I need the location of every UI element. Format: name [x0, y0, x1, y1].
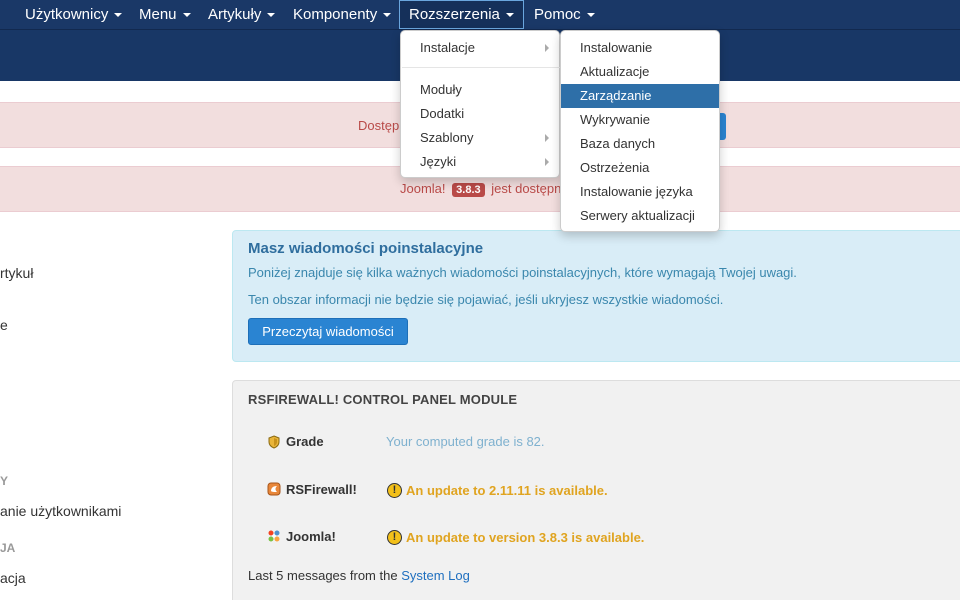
menu-item-modules[interactable]: Moduły	[401, 78, 559, 102]
chevron-down-icon	[383, 13, 392, 18]
submenu-item-discover[interactable]: Wykrywanie	[561, 108, 719, 132]
menu-item-label: Dodatki	[420, 106, 465, 121]
extensions-dropdown: Instalacje Moduły Dodatki Szablony Język…	[400, 30, 560, 178]
nav-menu-label: Menu	[139, 6, 177, 23]
menu-item-label: Instalacje	[420, 40, 475, 55]
nav-articles-label: Artykuły	[208, 6, 262, 23]
menu-item-templates[interactable]: Szablony	[401, 126, 559, 150]
postinstall-messages-box: Masz wiadomości poinstalacyjne Poniżej z…	[232, 230, 960, 362]
menu-item-plugins[interactable]: Dodatki	[401, 102, 559, 126]
rsfirewall-panel-title: RSFIREWALL! CONTROL PANEL MODULE	[248, 392, 518, 407]
shield-icon	[268, 435, 280, 449]
joomla-label: Joomla!	[286, 529, 336, 544]
top-navbar: Użytkownicy Menu Artykuły Komponenty Roz…	[0, 0, 960, 29]
nav-users-label: Użytkownicy	[25, 6, 109, 23]
postinstall-title: Masz wiadomości poinstalacyjne	[248, 240, 484, 257]
rsfirewall-update-text[interactable]: An update to 2.11.11 is available.	[406, 483, 608, 498]
nav-menu[interactable]: Menu	[130, 0, 200, 29]
alert-update-prefix: Joomla!	[400, 181, 446, 196]
postinstall-hint: Ten obszar informacji nie będzie się poj…	[248, 292, 724, 307]
chevron-right-icon	[545, 158, 549, 166]
chevron-right-icon	[545, 44, 549, 52]
version-badge: 3.8.3	[452, 183, 485, 197]
rsfirewall-logo-icon	[267, 482, 281, 496]
nav-components-label: Komponenty	[293, 6, 378, 23]
nav-extensions[interactable]: Rozszerzenia	[399, 0, 524, 29]
postinstall-description: Poniżej znajduje się kilka ważnych wiado…	[248, 265, 797, 280]
alert-update-text: Joomla! 3.8.3 jest dostępny	[400, 181, 568, 197]
warning-icon: !	[387, 530, 402, 545]
submenu-item-database[interactable]: Baza danych	[561, 132, 719, 156]
chevron-right-icon	[545, 134, 549, 142]
submenu-item-update-sites[interactable]: Serwery aktualizacji	[561, 204, 719, 228]
system-log-link[interactable]: System Log	[401, 568, 470, 583]
sidebar-item-configuration[interactable]: acja	[0, 570, 26, 586]
alert-access-text: Dostęp	[358, 118, 400, 133]
menu-item-label: Języki	[420, 154, 457, 169]
submenu-item-update[interactable]: Aktualizacje	[561, 60, 719, 84]
menu-item-label: Moduły	[420, 82, 462, 97]
sidebar-item-article[interactable]: rtykuł	[0, 265, 33, 281]
nav-components[interactable]: Komponenty	[284, 0, 400, 29]
warning-icon: !	[387, 483, 402, 498]
chevron-down-icon	[505, 13, 514, 18]
chevron-down-icon	[267, 13, 276, 18]
menu-item-label: Szablony	[420, 130, 474, 145]
joomla-update-text[interactable]: An update to version 3.8.3 is available.	[406, 530, 644, 545]
nav-users[interactable]: Użytkownicy	[16, 0, 131, 29]
nav-extensions-label: Rozszerzenia	[409, 6, 500, 23]
nav-articles[interactable]: Artykuły	[199, 0, 284, 29]
submenu-item-install[interactable]: Instalowanie	[561, 36, 719, 60]
system-log-prefix: Last 5 messages from the	[248, 568, 402, 583]
chevron-down-icon	[182, 13, 191, 18]
submenu-item-warnings[interactable]: Ostrzeżenia	[561, 156, 719, 180]
rsfirewall-label: RSFirewall!	[286, 482, 357, 497]
grade-value: Your computed grade is 82.	[386, 434, 545, 449]
chevron-down-icon	[114, 13, 123, 18]
chevron-down-icon	[586, 13, 595, 18]
submenu-item-install-languages[interactable]: Instalowanie języka	[561, 180, 719, 204]
rsfirewall-panel: RSFIREWALL! CONTROL PANEL MODULE Grade Y…	[232, 380, 960, 600]
sidebar-item-2[interactable]: e	[0, 317, 8, 333]
system-log-line: Last 5 messages from the System Log	[248, 568, 470, 583]
joomla-logo-icon	[268, 530, 280, 542]
manage-submenu: Instalowanie Aktualizacje Zarządzanie Wy…	[560, 30, 720, 232]
nav-help-label: Pomoc	[534, 6, 581, 23]
read-messages-button[interactable]: Przeczytaj wiadomości	[248, 318, 408, 345]
submenu-item-manage[interactable]: Zarządzanie	[561, 84, 719, 108]
menu-item-languages[interactable]: Języki	[401, 150, 559, 174]
sidebar-heading-users: Y	[0, 474, 9, 488]
alert-update-suffix: jest dostępny	[491, 181, 568, 196]
grade-label: Grade	[286, 434, 324, 449]
menu-divider	[402, 67, 560, 68]
nav-help[interactable]: Pomoc	[525, 0, 604, 29]
menu-item-installers[interactable]: Instalacje	[401, 36, 559, 60]
sidebar-heading-config: JA	[0, 541, 16, 555]
sidebar-item-user-management[interactable]: anie użytkownikami	[0, 503, 121, 519]
